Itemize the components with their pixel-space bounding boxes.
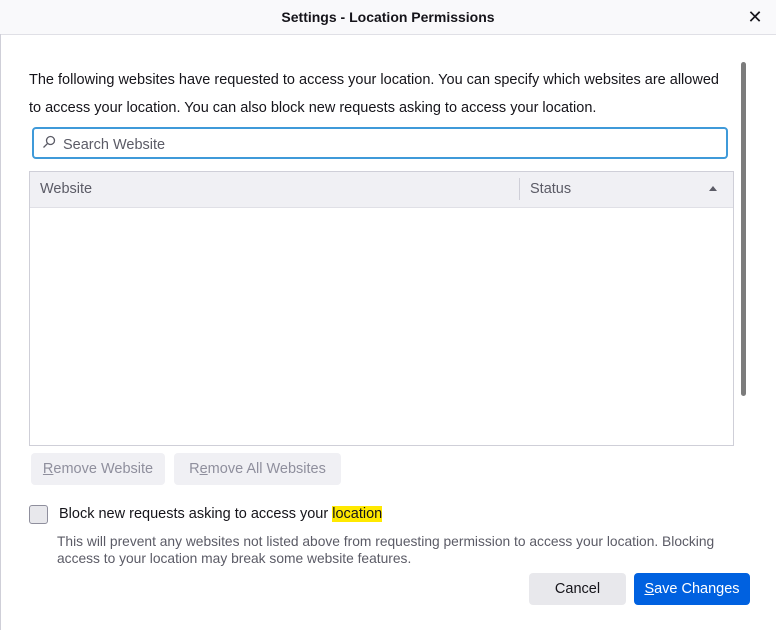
sort-ascending-icon xyxy=(709,186,717,191)
cancel-button[interactable]: Cancel xyxy=(529,573,626,605)
scrollbar[interactable] xyxy=(741,62,746,396)
save-accesskey: S xyxy=(644,581,655,597)
block-requests-checkbox[interactable] xyxy=(29,505,48,524)
remove-all-accesskey: e xyxy=(199,461,208,477)
remove-all-label: move All Websites xyxy=(207,461,326,477)
close-icon[interactable]: ✕ xyxy=(744,6,766,28)
websites-table: Website Status xyxy=(29,171,734,446)
block-label-text: Block new requests asking to access your xyxy=(59,506,333,522)
remove-website-button[interactable]: Remove Website xyxy=(31,453,165,485)
search-input[interactable] xyxy=(61,133,715,157)
remove-all-websites-button[interactable]: Re move All Websites xyxy=(174,453,341,485)
block-requests-label[interactable]: Block new requests asking to access your… xyxy=(59,506,383,522)
dialog-title: Settings - Location Permissions xyxy=(281,9,495,25)
save-changes-button[interactable]: Save Changes xyxy=(634,573,750,605)
block-requests-description: This will prevent any websites not liste… xyxy=(57,534,715,566)
column-header-status[interactable]: Status xyxy=(530,181,571,197)
search-icon xyxy=(43,135,56,148)
save-label: ave Changes xyxy=(654,581,740,597)
search-box[interactable] xyxy=(32,127,728,159)
column-divider[interactable] xyxy=(519,178,520,200)
window-edge xyxy=(0,34,1,630)
remove-all-label-prefix: R xyxy=(189,461,200,477)
search-highlight: location xyxy=(332,506,383,522)
permissions-description: The following websites have requested to… xyxy=(29,72,719,116)
remove-website-accesskey: R xyxy=(42,461,54,477)
title-bar: Settings - Location Permissions ✕ xyxy=(0,0,776,35)
column-header-website[interactable]: Website xyxy=(40,181,92,197)
table-header: Website Status xyxy=(30,172,733,208)
remove-website-label: emove Website xyxy=(53,461,154,477)
